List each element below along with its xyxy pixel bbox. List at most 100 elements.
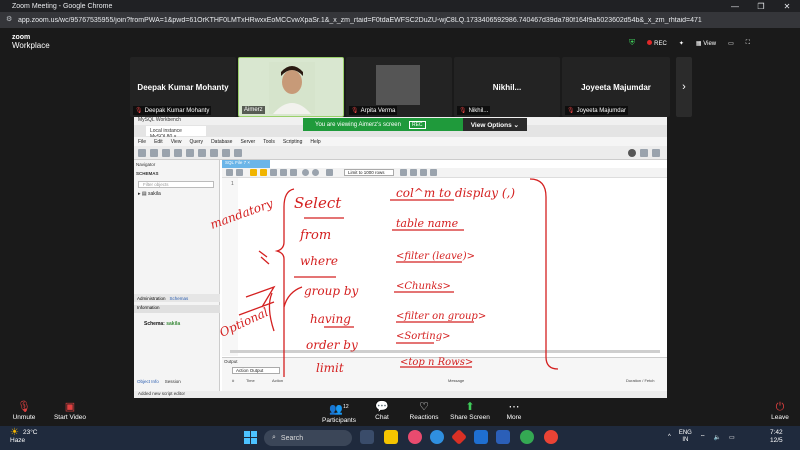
view-button[interactable]: ▦ View (696, 40, 716, 47)
vscode-icon[interactable] (474, 430, 488, 444)
reconnect-icon[interactable] (234, 149, 242, 157)
save-icon[interactable] (236, 169, 243, 176)
shield-icon[interactable]: ⛨ (629, 38, 635, 48)
participant-tile[interactable]: Nikhil... 🎙 Nikhil... (454, 57, 560, 117)
app-blue-icon[interactable] (496, 430, 510, 444)
procedure-icon[interactable] (198, 149, 206, 157)
new-sql-icon[interactable] (138, 149, 146, 157)
limit-select[interactable]: Limit to 1000 rows (344, 169, 394, 176)
chat-bubble-icon[interactable]: ▭ (728, 40, 734, 47)
autocommit-icon[interactable] (326, 169, 333, 176)
horizontal-scrollbar[interactable] (230, 350, 660, 353)
participant-tile[interactable]: Deepak Kumar Mohanty 🎙 Deepak Kumar Mohan… (130, 57, 236, 117)
share-banner-text: You are viewing Aimerz's screen (315, 121, 401, 128)
menu-help[interactable]: Help (310, 139, 320, 145)
wifi-icon[interactable]: ⌔ (700, 433, 706, 441)
clock-time: 7:42 (770, 429, 783, 436)
schema-icon[interactable] (162, 149, 170, 157)
next-page-button[interactable]: › (676, 57, 692, 117)
language-indicator[interactable]: ENG IN (679, 430, 692, 444)
tray-chevron-icon[interactable]: ^ (668, 434, 671, 440)
schemas-label: SCHEMAS (136, 171, 159, 176)
find-icon[interactable] (410, 169, 417, 176)
view-icon[interactable] (186, 149, 194, 157)
url-text[interactable]: app.zoom.us/wc/95767535955/join?fromPWA=… (18, 17, 758, 24)
tab-session[interactable]: Session (165, 379, 181, 387)
toggle-icon[interactable] (290, 169, 297, 176)
task-view-icon[interactable] (360, 430, 374, 444)
beautify-icon[interactable] (400, 169, 407, 176)
weather-widget[interactable]: ☀ 23°C Haze (10, 428, 38, 445)
schema-tree-item[interactable]: ▸ ▤ sakila (138, 191, 161, 197)
menu-scripting[interactable]: Scripting (283, 139, 302, 145)
open-sql-icon[interactable] (150, 149, 158, 157)
panel-icon[interactable] (652, 149, 660, 157)
participant-tile[interactable]: 🎙 Arpita Verma (346, 57, 452, 117)
output-panel: Output Action Output # Time Action Messa… (222, 357, 667, 395)
schema-tree-label: sakila (148, 191, 161, 197)
execute-line-icon[interactable] (260, 169, 267, 176)
address-bar[interactable]: ⚙ app.zoom.us/wc/95767535955/join?fromPW… (0, 12, 800, 28)
close-icon[interactable]: ✕ (774, 0, 800, 12)
invisible-chars-icon[interactable] (420, 169, 427, 176)
tab-schemas[interactable]: Schemas (170, 296, 189, 301)
chrome-icon[interactable] (520, 430, 534, 444)
menu-file[interactable]: File (138, 139, 146, 145)
start-button[interactable] (244, 431, 257, 444)
execute-icon[interactable] (250, 169, 257, 176)
taskbar-clock[interactable]: 7:42 12/5 (770, 429, 783, 445)
commit-icon[interactable] (302, 169, 309, 176)
table-icon[interactable] (174, 149, 182, 157)
filter-input[interactable]: Filter objects (138, 181, 214, 188)
settings-icon[interactable] (628, 149, 636, 157)
file-explorer-icon[interactable] (384, 430, 398, 444)
connection-tab[interactable]: Local instance MySQL80 × (146, 126, 206, 140)
maximize-icon[interactable]: ❐ (748, 0, 774, 12)
menu-tools[interactable]: Tools (263, 139, 275, 145)
explain-icon[interactable] (270, 169, 277, 176)
shared-screen[interactable]: MySQL Workbench Local instance MySQL80 ×… (134, 117, 667, 398)
app-icon[interactable] (408, 430, 422, 444)
minimize-icon[interactable]: — (722, 0, 748, 12)
menu-query[interactable]: Query (189, 139, 203, 145)
action-output-select[interactable]: Action Output (232, 367, 280, 374)
sql-file-tab[interactable]: SQL File 7 × (222, 160, 270, 168)
menu-edit[interactable]: Edit (154, 139, 163, 145)
stop-icon[interactable] (280, 169, 287, 176)
function-icon[interactable] (210, 149, 218, 157)
edge-icon[interactable] (430, 430, 444, 444)
schema-info: Schema: sakila (144, 321, 180, 327)
site-info-icon[interactable]: ⚙ (6, 15, 12, 23)
unmute-label: Unmute (12, 414, 36, 421)
fullscreen-icon[interactable]: ⛶ (746, 40, 750, 47)
open-file-icon[interactable] (226, 169, 233, 176)
menu-view[interactable]: View (171, 139, 182, 145)
col-time: Time (246, 378, 255, 383)
layout-icon[interactable] (640, 149, 648, 157)
wrap-icon[interactable] (430, 169, 437, 176)
rollback-icon[interactable] (312, 169, 319, 176)
leave-button[interactable]: ⏻ Leave (750, 400, 800, 421)
participant-label: 🎙 Nikhil... (457, 106, 491, 115)
more-button[interactable]: ⋯ More (484, 400, 544, 421)
sql-editor[interactable]: SQL File 7 × Limit to 1000 rows 1 (222, 160, 667, 356)
chrome-alt-icon[interactable] (544, 430, 558, 444)
menu-database[interactable]: Database (211, 139, 232, 145)
tab-object-info[interactable]: Object Info (137, 379, 159, 387)
share-rec-badge: REC (408, 120, 426, 129)
bottom-tabs: Object Info Session (134, 379, 220, 387)
search-table-icon[interactable] (222, 149, 230, 157)
volume-icon[interactable]: 🔈 (713, 434, 720, 441)
sparkle-icon[interactable]: ✦ (679, 40, 684, 47)
taskbar-search[interactable]: ⌕ Search (264, 430, 352, 446)
tab-administration[interactable]: Administration (137, 296, 166, 301)
menu-server[interactable]: Server (240, 139, 255, 145)
battery-icon[interactable]: ▭ (729, 434, 735, 441)
participant-label: Aimerz (242, 106, 265, 114)
participant-tile-active[interactable]: Aimerz (238, 57, 344, 117)
col-duration: Duration / Fetch (626, 378, 655, 383)
participant-tile[interactable]: Joyeeta Majumdar 🎙 Joyeeta Majumdar (562, 57, 670, 117)
chevron-right-icon: › (682, 81, 686, 93)
start-video-button[interactable]: ▣ Start Video (40, 400, 100, 421)
view-options-button[interactable]: View Options ⌄ (462, 118, 527, 131)
